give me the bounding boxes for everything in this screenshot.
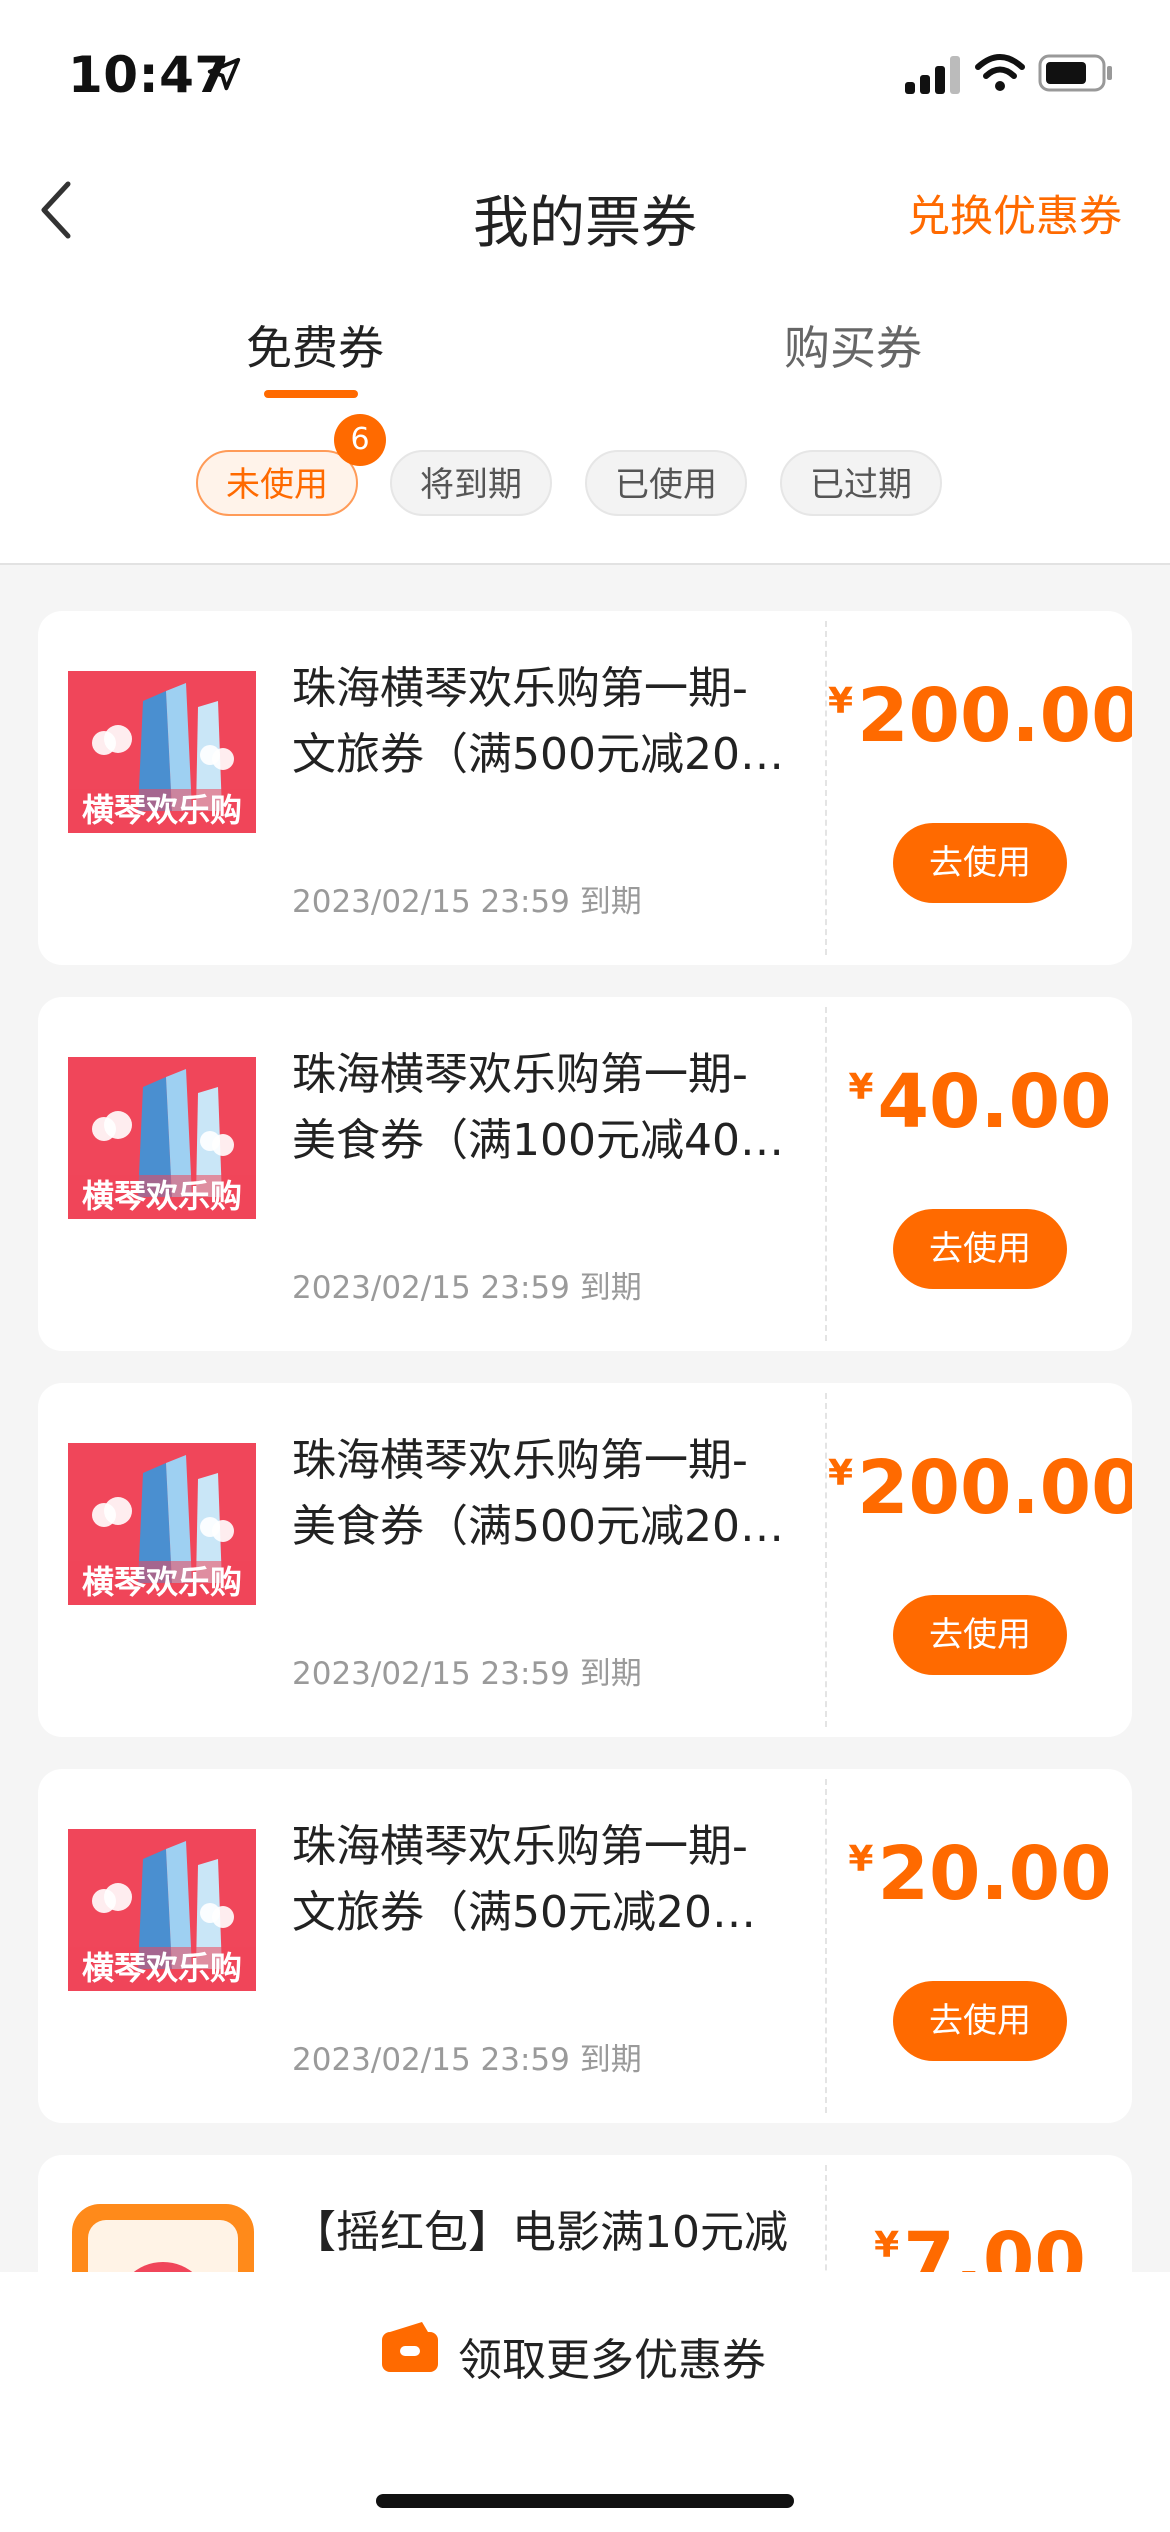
coupon-title: 珠海横琴欢乐购第一期- 美食券（满500元减20… xyxy=(292,1435,784,1552)
coupon-price: ¥20.00 xyxy=(828,1831,1132,1917)
use-coupon-button[interactable]: 去使用 xyxy=(893,1209,1067,1289)
filter-unused[interactable]: 未使用 xyxy=(196,450,358,516)
coupon-card[interactable]: 横琴欢乐购 珠海横琴欢乐购第一期- 文旅券（满500元减20… 2023/02/… xyxy=(38,611,1132,965)
currency-symbol: ¥ xyxy=(828,681,854,722)
exchange-coupon-link[interactable]: 兑换优惠券 xyxy=(907,182,1122,244)
home-indicator xyxy=(376,2494,794,2508)
thumbnail-label: 横琴欢乐购 xyxy=(82,791,242,829)
coupon-card[interactable]: 横琴欢乐购 珠海横琴欢乐购第一期- 美食券（满500元减20… 2023/02/… xyxy=(38,1383,1132,1737)
card-divider xyxy=(825,621,827,955)
filter-expiring[interactable]: 将到期 xyxy=(390,450,552,516)
coupon-thumbnail: 横琴欢乐购 xyxy=(68,1829,256,1991)
coupon-expiry: 2023/02/15 23:59 到期 xyxy=(292,2042,642,2078)
coupon-type-tabs: 免费券 购买券 xyxy=(0,270,1170,400)
thumbnail-label: 横琴欢乐购 xyxy=(82,1563,242,1601)
coupon-amount: 200.00 xyxy=(857,1445,1132,1531)
bottom-bar: 领取更多优惠券 xyxy=(0,2272,1170,2532)
thumbnail-label: 横琴欢乐购 xyxy=(82,1949,242,1987)
coupon-amount: 20.00 xyxy=(877,1831,1112,1917)
coupon-price: ¥200.00 xyxy=(828,673,1132,759)
coupon-title: 【摇红包】电影满10元减 xyxy=(292,2207,788,2258)
thumbnail-label: 横琴欢乐购 xyxy=(82,1177,242,1215)
active-tab-indicator xyxy=(264,390,358,398)
location-arrow-icon xyxy=(207,57,241,91)
filter-used[interactable]: 已使用 xyxy=(585,450,747,516)
coupon-title: 珠海横琴欢乐购第一期- 美食券（满100元减40… xyxy=(292,1049,784,1166)
coupon-title: 珠海横琴欢乐购第一期- 文旅券（满50元减20… xyxy=(292,1821,756,1938)
tab-purchased-coupons[interactable]: 购买券 xyxy=(703,312,1003,378)
use-coupon-button[interactable]: 去使用 xyxy=(893,823,1067,903)
use-coupon-button[interactable]: 去使用 xyxy=(893,1595,1067,1675)
coupon-card[interactable]: 横琴欢乐购 珠海横琴欢乐购第一期- 美食券（满100元减40… 2023/02/… xyxy=(38,997,1132,1351)
unused-count-badge: 6 xyxy=(334,414,386,466)
coupon-expiry: 2023/02/15 23:59 到期 xyxy=(292,1270,642,1306)
coupon-amount: 40.00 xyxy=(877,1059,1112,1145)
filter-expired[interactable]: 已过期 xyxy=(780,450,942,516)
currency-symbol: ¥ xyxy=(874,2225,900,2266)
coupon-price: ¥40.00 xyxy=(828,1059,1132,1145)
cellular-signal-icon xyxy=(905,56,960,94)
coupon-thumbnail: 横琴欢乐购 xyxy=(68,1057,256,1219)
coupon-price: ¥200.00 xyxy=(828,1445,1132,1531)
get-more-coupons-button[interactable]: 领取更多优惠券 xyxy=(458,2324,766,2388)
coupon-expiry: 2023/02/15 23:59 到期 xyxy=(292,1656,642,1692)
coupon-title: 珠海横琴欢乐购第一期- 文旅券（满500元减20… xyxy=(292,663,784,780)
use-coupon-button[interactable]: 去使用 xyxy=(893,1981,1067,2061)
coupon-wallet-icon xyxy=(382,2322,438,2372)
wifi-icon xyxy=(975,54,1025,91)
coupon-amount: 200.00 xyxy=(857,673,1132,759)
coupon-thumbnail: 横琴欢乐购 xyxy=(68,1443,256,1605)
card-divider xyxy=(825,1393,827,1727)
coupon-card[interactable]: 横琴欢乐购 珠海横琴欢乐购第一期- 文旅券（满50元减20… 2023/02/1… xyxy=(38,1769,1132,2123)
currency-symbol: ¥ xyxy=(848,1067,874,1108)
coupon-expiry: 2023/02/15 23:59 到期 xyxy=(292,884,642,920)
status-bar: 10:47 xyxy=(0,0,1170,150)
tab-free-coupons[interactable]: 免费券 xyxy=(165,312,465,378)
card-divider xyxy=(825,1007,827,1341)
status-filters: 未使用 6 将到期 已使用 已过期 xyxy=(0,400,1170,565)
coupon-thumbnail: 横琴欢乐购 xyxy=(68,671,256,833)
currency-symbol: ¥ xyxy=(828,1453,854,1494)
currency-symbol: ¥ xyxy=(848,1839,874,1880)
card-divider xyxy=(825,1779,827,2113)
battery-icon xyxy=(1038,54,1112,92)
nav-bar: 我的票券 兑换优惠券 xyxy=(0,150,1170,270)
